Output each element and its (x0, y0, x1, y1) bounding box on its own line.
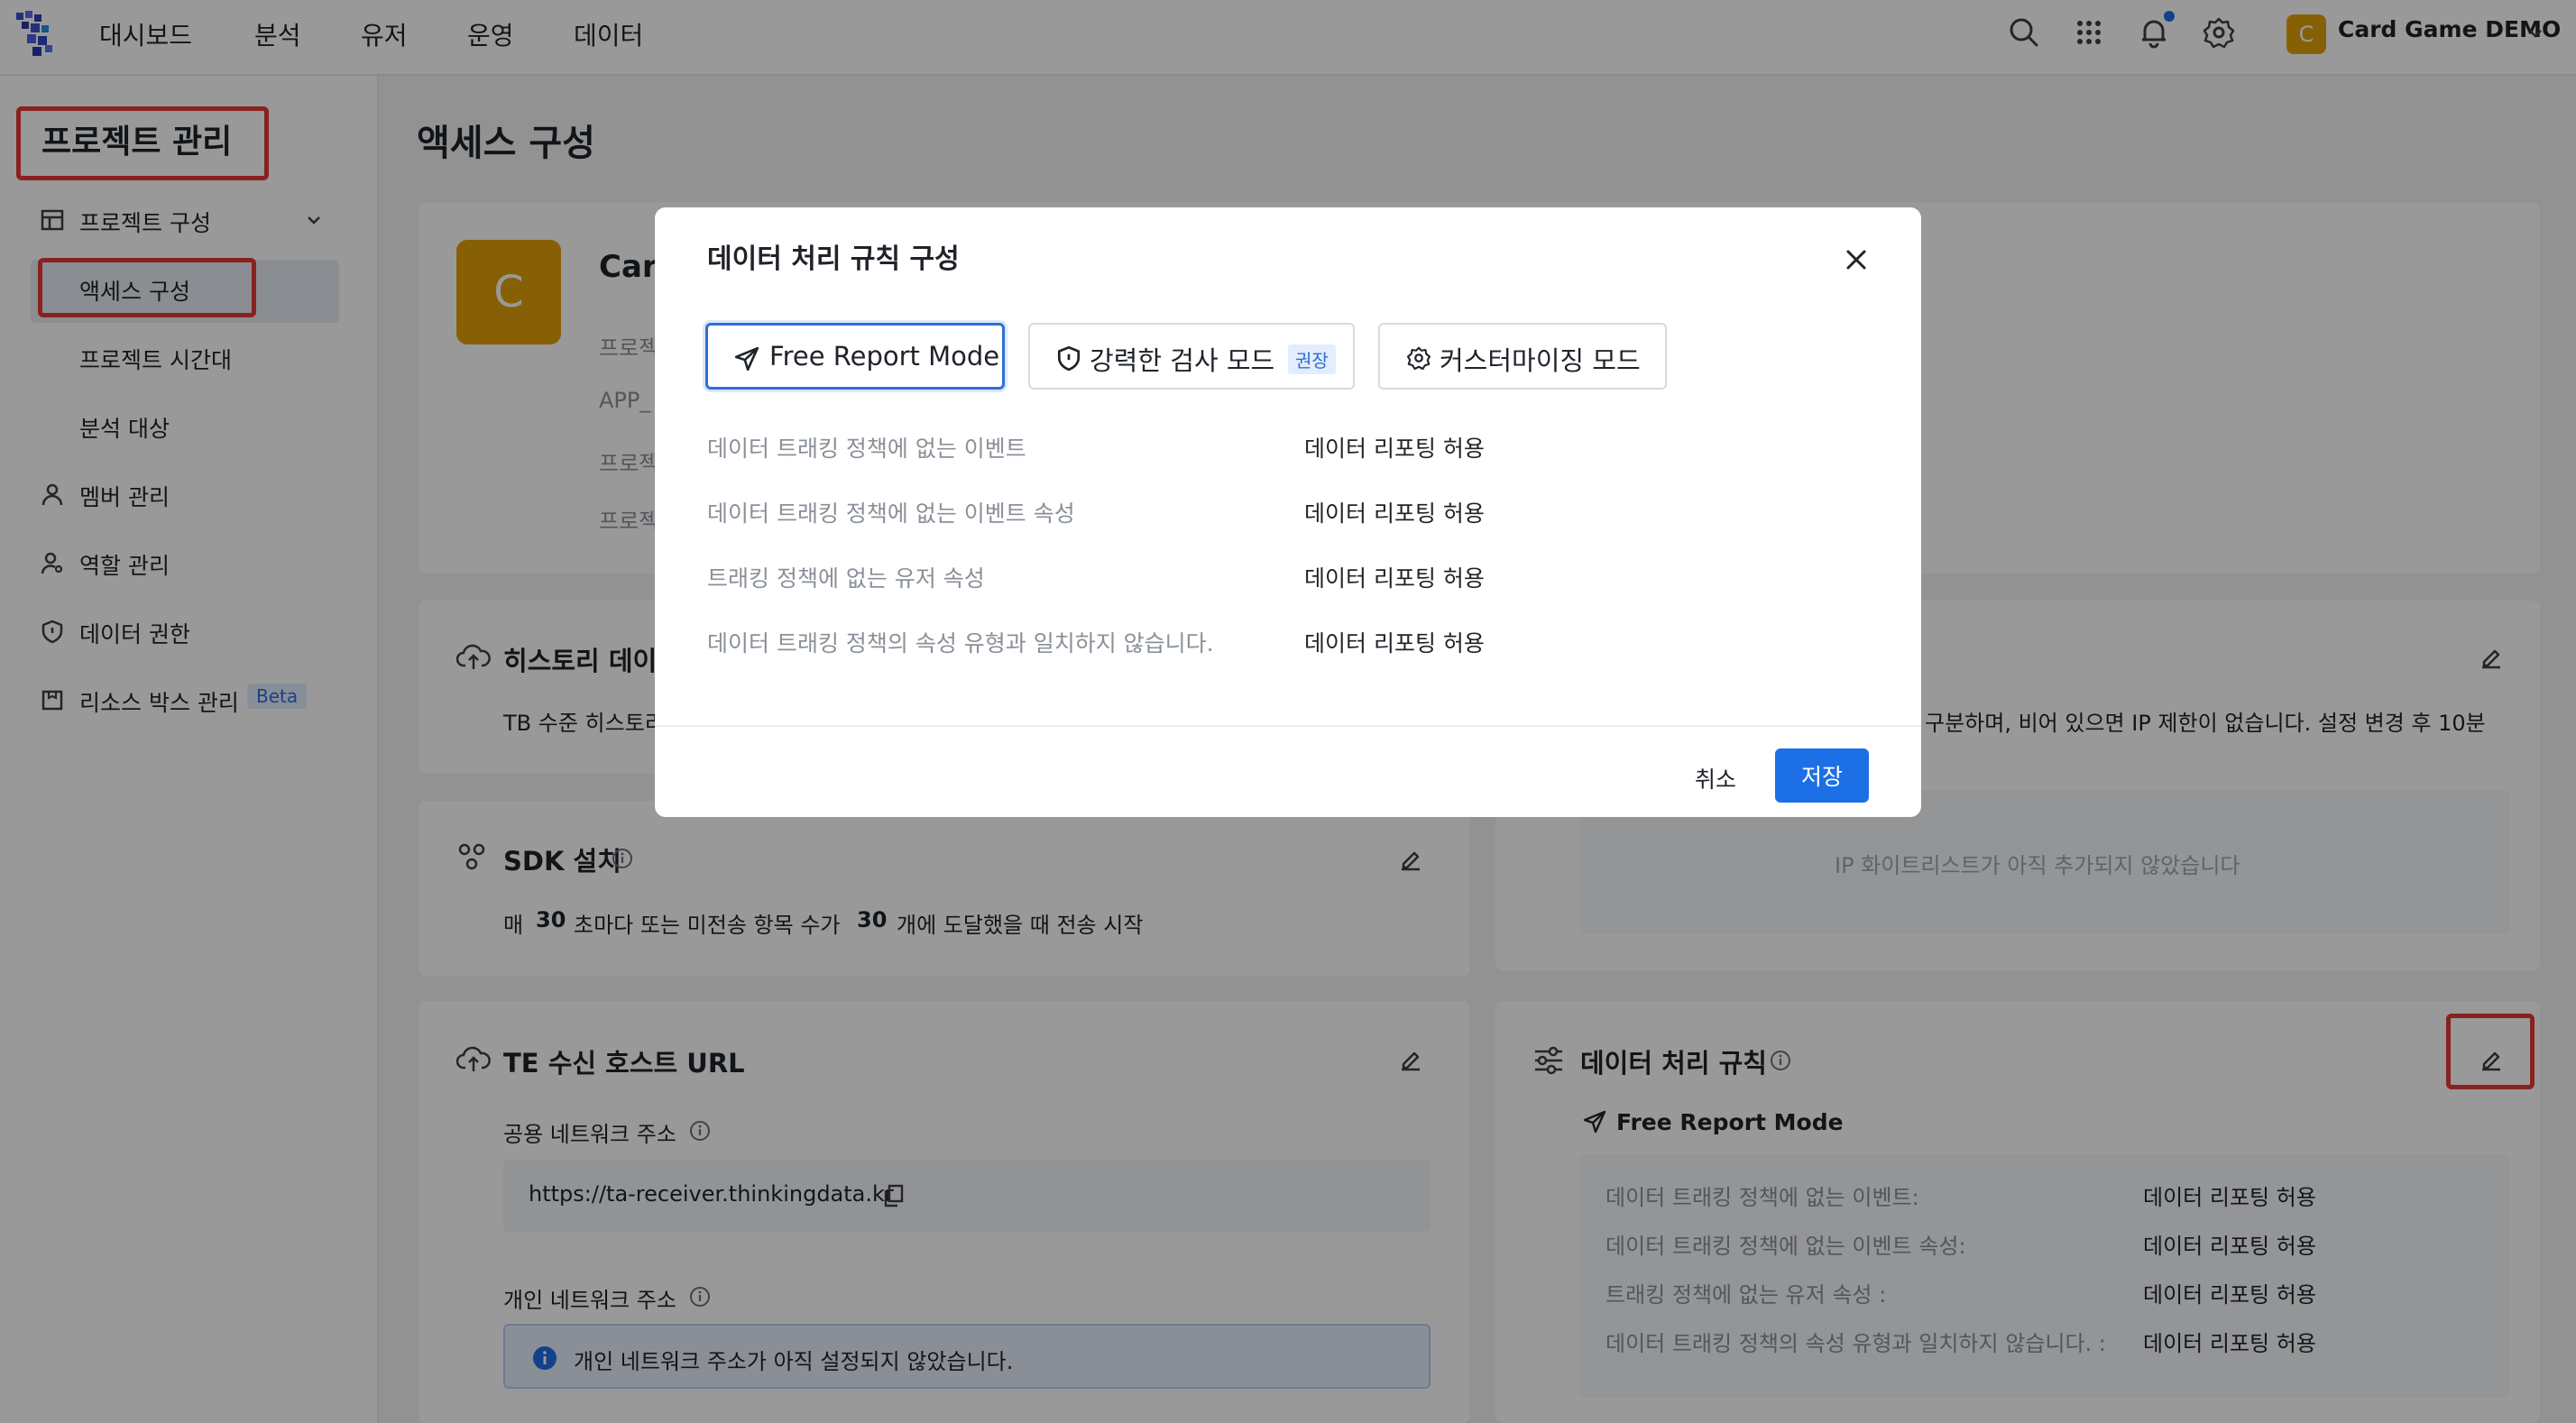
shield-icon (1055, 344, 1082, 372)
rule-label: 데이터 트래킹 정책에 없는 이벤트 속성 (707, 500, 1075, 527)
save-button[interactable]: 저장 (1775, 748, 1869, 803)
rule-value: 데이터 리포팅 허용 (1304, 436, 1485, 462)
rule-label: 트래킹 정책에 없는 유저 속성 (707, 565, 985, 592)
modal-title: 데이터 처리 규칙 구성 (707, 243, 960, 275)
modal-divider (655, 725, 1921, 727)
mode-label: 강력한 검사 모드 (1090, 345, 1275, 376)
rule-value: 데이터 리포팅 허용 (1304, 500, 1485, 527)
recommended-tag: 권장 (1288, 344, 1336, 374)
rule-label: 데이터 트래킹 정책에 없는 이벤트 (707, 436, 1026, 462)
cancel-button[interactable]: 취소 (1667, 752, 1764, 804)
rule-label: 데이터 트래킹 정책의 속성 유형과 일치하지 않습니다. (707, 630, 1214, 656)
close-icon[interactable] (1840, 243, 1872, 276)
mode-label: Free Report Mode (769, 341, 1000, 372)
mode-strict-check-button[interactable]: 강력한 검사 모드 권장 (1028, 323, 1355, 390)
rule-value: 데이터 리포팅 허용 (1304, 565, 1485, 592)
mode-label: 커스터마이징 모드 (1440, 345, 1641, 376)
send-icon (733, 345, 760, 372)
mode-custom-button[interactable]: 커스터마이징 모드 (1378, 323, 1667, 390)
gear-icon (1405, 344, 1432, 372)
rule-value: 데이터 리포팅 허용 (1304, 630, 1485, 656)
mode-free-report-button[interactable]: Free Report Mode (705, 323, 1005, 390)
data-rules-modal: 데이터 처리 규칙 구성 Free Report Mode 강력한 검사 모드 … (655, 207, 1921, 817)
